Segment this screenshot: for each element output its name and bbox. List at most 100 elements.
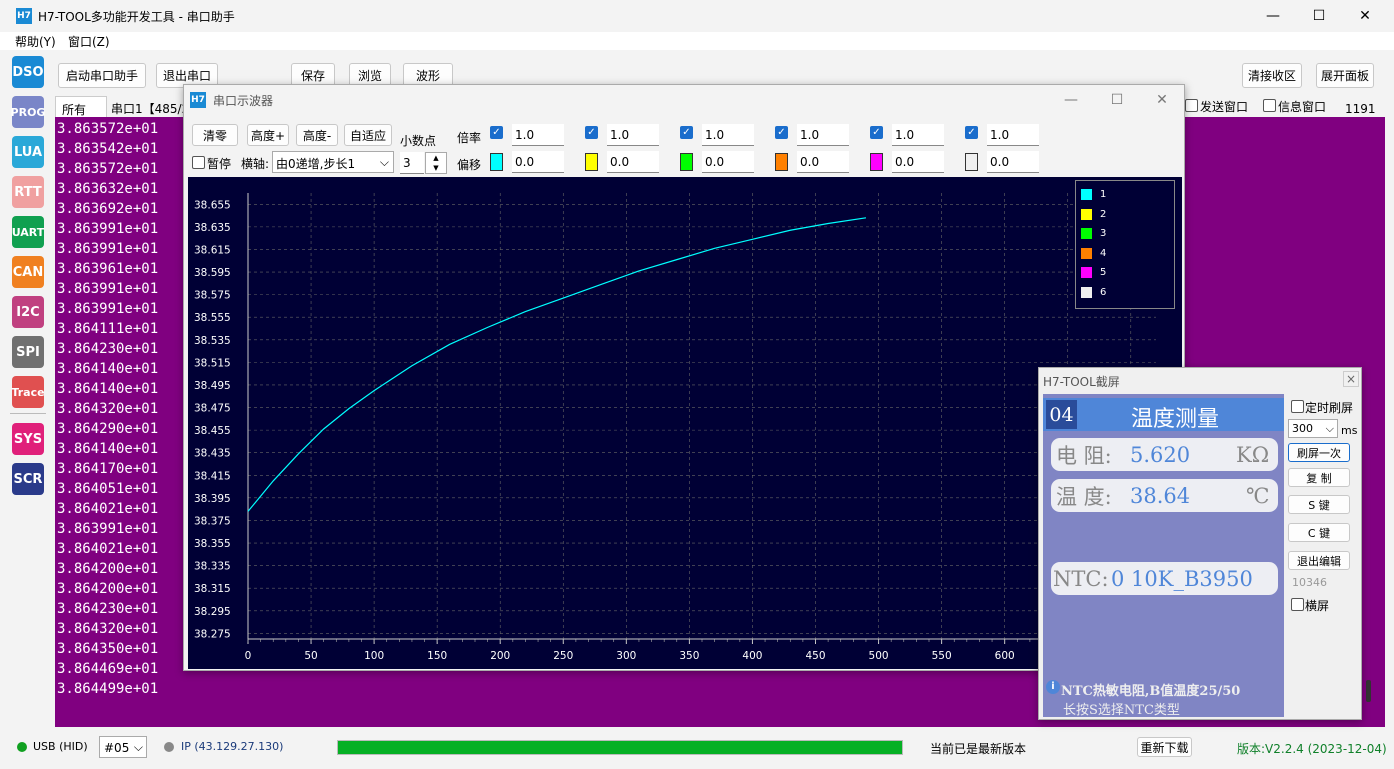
decimals-spinner[interactable]: ▲ ▼ xyxy=(425,152,447,174)
height-up-button[interactable]: 高度+ xyxy=(247,124,289,146)
legend-label: 5 xyxy=(1100,267,1107,278)
xaxis-select[interactable]: 由0递增,步长1 ⌵ xyxy=(272,151,394,173)
menu-help[interactable]: 帮助(Y) xyxy=(15,33,56,50)
s-key-button[interactable]: S 键 xyxy=(1288,495,1350,514)
channel-offset-input[interactable]: 0.0 xyxy=(512,151,564,173)
c-key-button[interactable]: C 键 xyxy=(1288,523,1350,542)
close-button[interactable]: ✕ xyxy=(1342,0,1388,32)
decimals-label: 小数点 xyxy=(400,134,437,148)
x-tick-label: 550 xyxy=(932,650,952,662)
redownload-button[interactable]: 重新下载 xyxy=(1137,737,1192,757)
height-down-button[interactable]: 高度- xyxy=(296,124,338,146)
decimals-input[interactable]: 3 xyxy=(400,152,424,174)
channel-offset-input[interactable]: 0.0 xyxy=(607,151,659,173)
scope-maximize-button[interactable]: ☐ xyxy=(1094,85,1140,115)
exit-edit-button[interactable]: 退出编辑 xyxy=(1288,551,1350,570)
channel-color-swatch[interactable] xyxy=(775,153,788,171)
channel-enable-checkbox[interactable]: ✓ xyxy=(585,126,598,139)
pause-checkbox[interactable] xyxy=(192,156,205,169)
refresh-once-button[interactable]: 刷屏一次 xyxy=(1288,443,1350,462)
sidebar-item-scr[interactable]: SCR xyxy=(12,463,44,495)
sidebar-item-can[interactable]: CAN xyxy=(12,256,44,288)
screenshot-close-button[interactable]: × xyxy=(1343,371,1359,387)
channel-scale-input[interactable]: 1.0 xyxy=(607,124,659,146)
scope-titlebar: H7 串口示波器 — ☐ ✕ xyxy=(184,85,1184,115)
minimize-button[interactable]: — xyxy=(1250,0,1296,32)
start-serial-button[interactable]: 启动串口助手 xyxy=(58,63,146,88)
log-line: 3.864200e+01 xyxy=(57,561,159,577)
channel-enable-checkbox[interactable]: ✓ xyxy=(965,126,978,139)
sidebar-item-sys[interactable]: SYS xyxy=(12,423,44,455)
log-line: 3.863572e+01 xyxy=(57,161,159,177)
interval-select[interactable]: 300 ⌵ xyxy=(1288,419,1338,438)
channel-color-swatch[interactable] xyxy=(585,153,598,171)
legend-item: 1 xyxy=(1081,189,1106,200)
log-line: 3.864170e+01 xyxy=(57,461,159,477)
channel-enable-checkbox[interactable]: ✓ xyxy=(870,126,883,139)
sidebar-item-dso[interactable]: DSO xyxy=(12,56,44,88)
log-line: 3.863991e+01 xyxy=(57,221,159,237)
channel-scale-input[interactable]: 1.0 xyxy=(797,124,849,146)
timed-refresh-checkbox[interactable] xyxy=(1291,400,1304,413)
channel-enable-checkbox[interactable]: ✓ xyxy=(490,126,503,139)
info-window-checkbox[interactable] xyxy=(1263,99,1276,112)
copy-button[interactable]: 复 制 xyxy=(1288,468,1350,487)
channel-color-swatch[interactable] xyxy=(965,153,978,171)
auto-fit-button[interactable]: 自适应 xyxy=(344,124,392,146)
expand-panel-button[interactable]: 展开面板 xyxy=(1316,63,1374,88)
sidebar-item-uart[interactable]: UART xyxy=(12,216,44,248)
interval-value: 300 xyxy=(1292,422,1313,435)
channel-scale-input[interactable]: 1.0 xyxy=(512,124,564,146)
channel-scale-input[interactable]: 1.0 xyxy=(987,124,1039,146)
scope-plot[interactable]: 38.655 38.635 38.615 38.595 38.575 38.555 38.5… xyxy=(188,177,1182,669)
scope-close-button[interactable]: ✕ xyxy=(1139,85,1185,115)
channel-offset-input[interactable]: 0.0 xyxy=(702,151,754,173)
y-tick-label: 38.575 xyxy=(194,290,231,302)
menu-window[interactable]: 窗口(Z) xyxy=(68,33,110,50)
channel-scale-input[interactable]: 1.0 xyxy=(702,124,754,146)
sidebar-item-i2c[interactable]: I2C xyxy=(12,296,44,328)
channel-scale-input[interactable]: 1.0 xyxy=(892,124,944,146)
device-select[interactable]: #05 ⌵ xyxy=(99,736,147,758)
channel-color-swatch[interactable] xyxy=(490,153,503,171)
x-tick-label: 250 xyxy=(553,650,573,662)
legend-label: 4 xyxy=(1100,247,1107,259)
channel-color-swatch[interactable] xyxy=(680,153,693,171)
log-scrollbar[interactable] xyxy=(1366,680,1371,702)
channel-color-swatch[interactable] xyxy=(870,153,883,171)
tab-all[interactable]: 所有 xyxy=(55,96,107,117)
app-logo-icon: H7 xyxy=(16,8,32,24)
scope-minimize-button[interactable]: — xyxy=(1048,85,1094,115)
scope-clear-button[interactable]: 清零 xyxy=(192,124,238,146)
sidebar-item-lua[interactable]: LUA xyxy=(12,136,44,168)
resistance-value: 5.620 xyxy=(1130,442,1191,467)
log-line: 3.863542e+01 xyxy=(57,141,159,157)
tab-port1[interactable]: 串口1【485/2 xyxy=(108,96,188,117)
sidebar-item-rtt[interactable]: RTT xyxy=(12,176,44,208)
channel-enable-checkbox[interactable]: ✓ xyxy=(775,126,788,139)
log-line: 3.863991e+01 xyxy=(57,301,159,317)
sidebar-item-trace[interactable]: Trace xyxy=(11,376,45,408)
info-line1: NTC热敏电阻,B值温度25/50 xyxy=(1061,684,1241,699)
clear-receive-button[interactable]: 清接收区 xyxy=(1242,63,1302,88)
log-line: 3.864469e+01 xyxy=(57,661,159,677)
sidebar-item-spi[interactable]: SPI xyxy=(12,336,44,368)
landscape-checkbox[interactable] xyxy=(1291,598,1304,611)
channel-enable-checkbox[interactable]: ✓ xyxy=(680,126,693,139)
y-tick-label: 38.615 xyxy=(194,244,231,256)
ip-status: IP (43.129.27.130) xyxy=(181,740,284,753)
log-line: 3.863692e+01 xyxy=(57,201,159,217)
resistance-row: 电 阻: 5.620 KΩ xyxy=(1051,438,1278,471)
page-number: 04 xyxy=(1046,400,1077,429)
send-window-checkbox[interactable] xyxy=(1185,99,1198,112)
sidebar-item-prog[interactable]: PROG xyxy=(11,96,45,128)
maximize-button[interactable]: ☐ xyxy=(1296,0,1342,32)
log-line: 3.863961e+01 xyxy=(57,261,159,277)
scope-chart: 38.655 38.635 38.615 38.595 38.575 38.555 38.5… xyxy=(194,193,1157,662)
legend-swatch xyxy=(1081,286,1092,298)
channel-offset-input[interactable]: 0.0 xyxy=(797,151,849,173)
channel-offset-input[interactable]: 0.0 xyxy=(987,151,1039,173)
channel-offset-input[interactable]: 0.0 xyxy=(892,151,944,173)
line-count: 1191 xyxy=(1345,102,1376,116)
legend-item: 4 xyxy=(1081,247,1107,259)
